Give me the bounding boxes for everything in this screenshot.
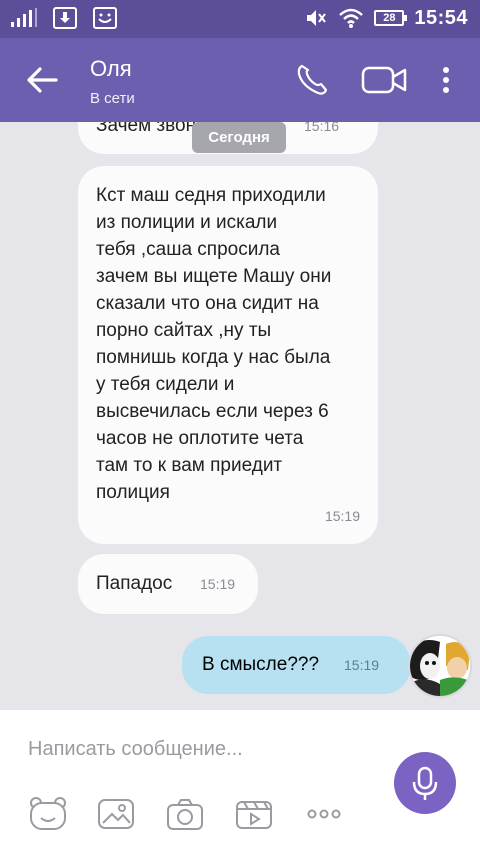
date-separator: Сегодня — [192, 122, 286, 153]
message-time: 15:19 — [344, 657, 380, 673]
viber-notification-icon — [93, 7, 117, 29]
message-time: 15:16 — [304, 122, 340, 134]
status-bar: 28 15:54 — [0, 0, 480, 38]
message-line: тебя ,саша спросила — [96, 239, 280, 260]
microphone-button[interactable] — [394, 752, 456, 814]
message-time: 15:19 — [324, 508, 360, 524]
message-bubble-incoming[interactable]: Кст маш седня приходили из полиции и иск… — [78, 166, 378, 544]
camera-icon[interactable] — [165, 796, 205, 832]
contact-status: В сети — [90, 90, 135, 107]
message-line: высвечилась если через 6 — [96, 401, 329, 422]
message-line: у тебя сидели и — [96, 374, 235, 395]
wifi-icon — [339, 8, 364, 28]
message-line: порно сайтах ,ну ты — [96, 320, 272, 341]
microphone-icon — [412, 766, 438, 800]
phone-icon[interactable] — [292, 60, 332, 100]
signal-icon — [11, 8, 37, 27]
mute-icon — [307, 10, 327, 26]
battery-icon: 28 — [374, 10, 408, 26]
message-time: 15:19 — [200, 576, 236, 592]
status-left — [10, 6, 118, 30]
message-input[interactable]: Написать сообщение... — [28, 738, 243, 761]
message-bubble-outgoing[interactable]: В смысле??? 15:19 — [182, 636, 410, 694]
message-line: полиция — [96, 482, 170, 503]
status-right: 28 15:54 — [304, 6, 468, 30]
avatar[interactable] — [408, 634, 472, 698]
video-call-icon[interactable] — [360, 60, 408, 100]
message-line: помнишь когда у нас была — [96, 347, 331, 368]
message-line: зачем вы ищете Машу они — [96, 266, 332, 287]
back-arrow-icon[interactable] — [22, 62, 62, 98]
message-text: Кст маш седня приходили из полиции и иск… — [96, 182, 370, 506]
chat-header: Оля В сети — [0, 38, 480, 122]
message-line: из полиции и искали — [96, 212, 278, 233]
status-time: 15:54 — [414, 6, 468, 29]
more-icon[interactable] — [304, 796, 344, 832]
avatar-image — [410, 636, 470, 696]
chat-area[interactable]: Зачем звонила та? 15:16 Сегодня Кст маш … — [0, 122, 480, 710]
message-line: часов не оплотите чета — [96, 428, 304, 449]
sticker-icon[interactable] — [28, 796, 68, 832]
more-vert-icon[interactable] — [428, 60, 464, 100]
gif-icon[interactable] — [234, 796, 274, 832]
message-text: Пападос — [96, 573, 173, 594]
message-text: В смысле??? — [202, 654, 320, 675]
message-bubble-incoming[interactable]: Пападос 15:19 — [78, 554, 258, 614]
message-line: там то к вам приедит — [96, 455, 283, 476]
message-line: Кст маш седня приходили — [96, 185, 326, 206]
gallery-icon[interactable] — [96, 796, 136, 832]
download-notification-icon — [53, 7, 77, 29]
battery-level: 28 — [383, 12, 396, 24]
contact-name[interactable]: Оля — [90, 56, 132, 82]
message-line: сказали что она сидит на — [96, 293, 319, 314]
